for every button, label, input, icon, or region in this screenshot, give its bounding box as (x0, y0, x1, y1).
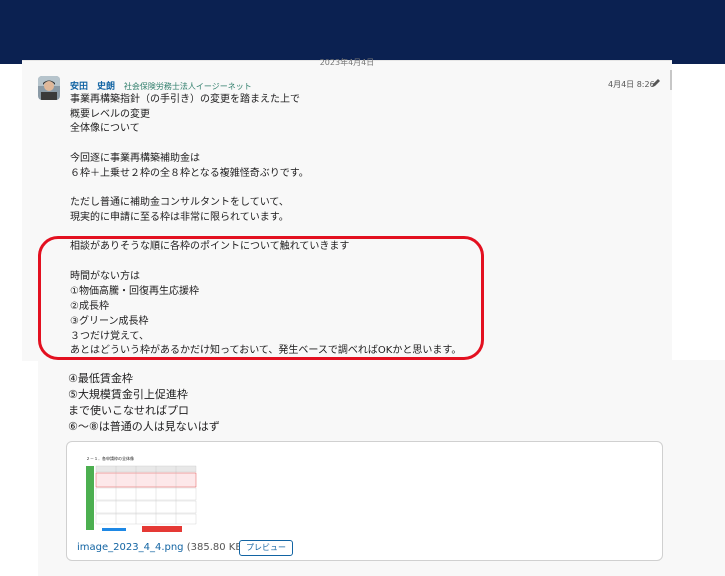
image-thumbnail[interactable]: ２－１．各申請枠の全体像 (82, 452, 202, 536)
message-line: 全体像について (70, 123, 140, 134)
pencil-icon[interactable] (651, 78, 661, 88)
message-line: ６枠＋上乗せ２枠の全８枠となる複雑怪奇ぶりです。 (70, 168, 309, 179)
file-attachment[interactable]: ２－１．各申請枠の全体像 image_2023_4_4.png (385.80 … (66, 441, 663, 561)
message-line: 概要レベルの変更 (70, 109, 150, 120)
red-highlight-annotation (38, 236, 484, 360)
message-sender: 安田 史朗 社会保険労務士法人イージーネット (70, 79, 252, 92)
message-line: ただし普通に補助金コンサルタントをしていて、 (70, 197, 289, 208)
top-navigation-bar (0, 0, 725, 64)
message-line: ⑥～⑧は普通の人は見ないはず (68, 420, 220, 433)
message-line: 事業再構築指針（の手引き）の変更を踏まえた上で (70, 94, 300, 105)
scrollbar[interactable] (670, 70, 672, 90)
date-divider: 2023年4月4日 (319, 58, 375, 67)
message-line: 今回逐に事業再構築補助金は (70, 153, 200, 164)
message-timestamp[interactable]: 4月4日 8:26 (608, 79, 655, 90)
file-size: (385.80 KB) (186, 542, 247, 553)
avatar[interactable] (38, 76, 60, 100)
sender-name[interactable]: 安田 史朗 (70, 82, 115, 92)
message-line: ④最低賃金枠 (68, 372, 133, 385)
message-line: 現実的に申請に至る枠は非常に限られています。 (70, 212, 289, 223)
message-line: ⑤大規模賃金引上促進枠 (68, 388, 188, 401)
sender-organization: 社会保険労務士法人イージーネット (123, 82, 252, 91)
preview-button[interactable]: プレビュー (239, 540, 293, 556)
message-line: まで使いこなせればプロ (68, 404, 189, 417)
file-name-link[interactable]: image_2023_4_4.png (385.80 KB) (77, 542, 246, 553)
thumbnail-title: ２－１．各申請枠の全体像 (86, 455, 134, 461)
